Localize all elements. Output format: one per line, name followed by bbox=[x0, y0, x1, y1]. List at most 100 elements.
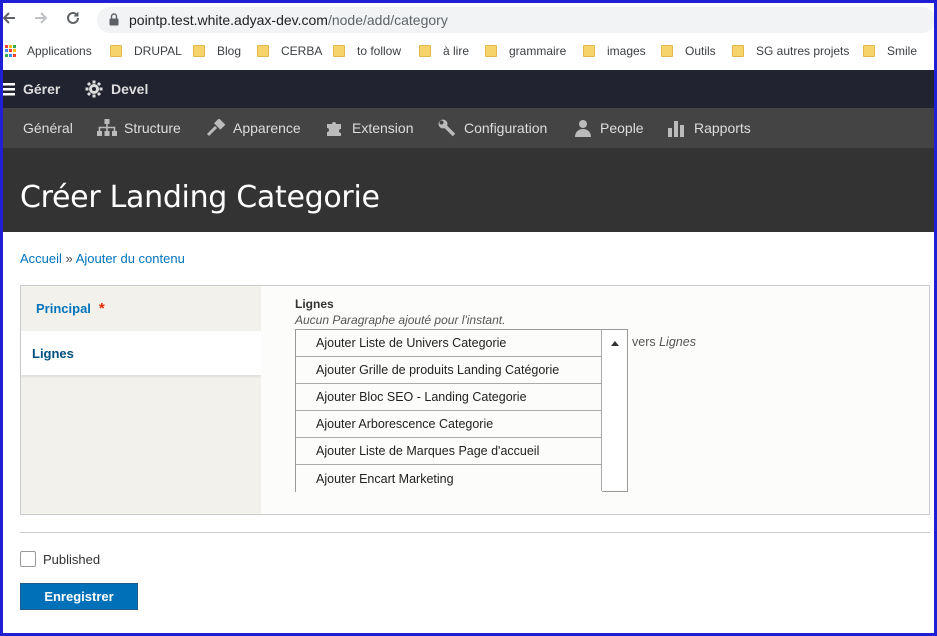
folder-icon bbox=[485, 45, 497, 57]
wrench-icon bbox=[438, 119, 456, 137]
address-bar[interactable]: pointp.test.white.adyax-dev.com/node/add… bbox=[97, 7, 935, 33]
tray-item-extension[interactable]: Extension bbox=[325, 108, 413, 148]
bookmark-label: grammaire bbox=[509, 44, 567, 58]
bookmark-folder[interactable]: grammaire bbox=[485, 43, 566, 59]
bookmark-folder[interactable]: Outils bbox=[661, 43, 716, 59]
tray-item-label: Extension bbox=[352, 120, 414, 136]
bookmark-folder[interactable]: DRUPAL bbox=[110, 43, 182, 59]
hamburger-icon bbox=[1, 83, 15, 96]
breadcrumb: Accueil » Ajouter du contenu bbox=[20, 251, 185, 266]
vers-text: vers Lignes bbox=[632, 335, 696, 349]
manage-toolbar-item[interactable]: Gérer bbox=[1, 70, 60, 108]
vertical-tabs-menu: Principal * Lignes bbox=[21, 286, 261, 514]
bookmark-label: Outils bbox=[685, 44, 716, 58]
tray-item-label: Apparence bbox=[233, 120, 301, 136]
breadcrumb-home-link[interactable]: Accueil bbox=[20, 251, 62, 266]
admin-toolbar: Gérer Devel bbox=[1, 70, 934, 108]
bookmark-label: DRUPAL bbox=[134, 44, 182, 58]
dropdown-toggle-button[interactable] bbox=[601, 330, 627, 491]
apps-icon bbox=[5, 45, 17, 57]
tray-item-label: Rapports bbox=[694, 120, 751, 136]
folder-icon bbox=[193, 45, 205, 57]
dropdown-item-add-arborescence[interactable]: Ajouter Arborescence Categorie bbox=[296, 411, 602, 438]
bookmark-folder[interactable]: images bbox=[583, 43, 646, 59]
save-button[interactable]: Enregistrer bbox=[20, 583, 138, 610]
bookmark-folder[interactable]: à lire bbox=[419, 43, 469, 59]
bookmark-folder[interactable]: CERBA bbox=[257, 43, 322, 59]
bookmark-applications[interactable]: Applications bbox=[5, 43, 92, 59]
vers-target: Lignes bbox=[659, 335, 696, 349]
bookmark-folder[interactable]: SG autres projets bbox=[732, 43, 849, 59]
bookmarks-bar: Applications DRUPAL Blog CERBA to follow… bbox=[3, 36, 934, 66]
dropdown-item-add-marques[interactable]: Ajouter Liste de Marques Page d'accueil bbox=[296, 438, 602, 465]
tray-item-label: People bbox=[600, 120, 644, 136]
folder-icon bbox=[583, 45, 595, 57]
bookmark-label: à lire bbox=[443, 44, 470, 58]
folder-icon bbox=[333, 45, 345, 57]
bookmark-label: Applications bbox=[27, 44, 92, 58]
tray-item-people[interactable]: People bbox=[573, 108, 644, 148]
page-title: Créer Landing Categorie bbox=[20, 180, 380, 215]
dropdown-item-add-bloc-seo[interactable]: Ajouter Bloc SEO - Landing Categorie bbox=[296, 384, 602, 411]
breadcrumb-separator: » bbox=[65, 251, 73, 266]
lignes-pane: Lignes Aucun Paragraphe ajouté pour l'in… bbox=[261, 286, 929, 514]
folder-icon bbox=[257, 45, 269, 57]
devel-label: Devel bbox=[111, 81, 149, 97]
lock-icon bbox=[109, 13, 119, 26]
tray-item-label: Général bbox=[23, 120, 73, 136]
tray-item-label: Structure bbox=[124, 120, 181, 136]
tray-item-structure[interactable]: Structure bbox=[97, 108, 181, 148]
manage-label: Gérer bbox=[23, 81, 61, 97]
admin-tray: Général Structure Apparence Extension Co… bbox=[3, 108, 934, 148]
tray-item-general[interactable]: Général bbox=[23, 108, 73, 148]
empty-message: Aucun Paragraphe ajouté pour l'instant. bbox=[295, 313, 506, 327]
bookmark-label: Smile bbox=[887, 44, 918, 58]
url-host: pointp.test.white.adyax-dev.com bbox=[129, 12, 328, 28]
bookmark-folder[interactable]: Blog bbox=[193, 43, 241, 59]
folder-icon bbox=[863, 45, 875, 57]
published-label: Published bbox=[43, 551, 101, 567]
gear-icon bbox=[85, 80, 103, 98]
url-path: /node/add/category bbox=[327, 12, 448, 28]
dropdown-item-add-encart[interactable]: Ajouter Encart Marketing bbox=[296, 465, 602, 492]
dropdown-item-add-univers[interactable]: Ajouter Liste de Univers Categorie bbox=[296, 330, 602, 357]
bookmark-label: images bbox=[607, 44, 646, 58]
folder-icon bbox=[419, 45, 431, 57]
bar-chart-icon bbox=[668, 121, 684, 137]
bookmark-label: to follow bbox=[357, 44, 402, 58]
folder-icon bbox=[110, 45, 122, 57]
arrow-right-icon[interactable] bbox=[31, 9, 51, 29]
puzzle-icon bbox=[327, 122, 341, 136]
bookmark-label: Blog bbox=[217, 44, 242, 58]
field-label: Lignes bbox=[295, 297, 334, 311]
tab-label: Principal bbox=[36, 300, 91, 316]
dropdown-item-add-grille[interactable]: Ajouter Grille de produits Landing Catég… bbox=[296, 357, 602, 384]
browser-toolbar: pointp.test.white.adyax-dev.com/node/add… bbox=[0, 3, 935, 36]
tab-lignes[interactable]: Lignes bbox=[21, 331, 261, 375]
breadcrumb-add-content-link[interactable]: Ajouter du contenu bbox=[76, 251, 185, 266]
devel-toolbar-item[interactable]: Devel bbox=[85, 70, 148, 108]
bookmark-folder[interactable]: Smile bbox=[863, 43, 917, 59]
divider bbox=[20, 532, 930, 533]
people-icon bbox=[575, 120, 591, 137]
tray-item-label: Configuration bbox=[464, 120, 548, 136]
tray-item-configuration[interactable]: Configuration bbox=[437, 108, 547, 148]
tray-item-reports[interactable]: Rapports bbox=[667, 108, 751, 148]
page-header: Créer Landing Categorie bbox=[3, 148, 934, 232]
required-marker: * bbox=[98, 299, 105, 317]
reload-icon[interactable] bbox=[63, 9, 83, 29]
published-field[interactable]: Published bbox=[20, 551, 100, 567]
bookmark-label: CERBA bbox=[281, 44, 323, 58]
bookmark-label: SG autres projets bbox=[756, 44, 850, 58]
arrow-left-icon[interactable] bbox=[0, 9, 19, 29]
url-text: pointp.test.white.adyax-dev.com/node/add… bbox=[129, 12, 448, 28]
tab-principal[interactable]: Principal * bbox=[21, 286, 261, 330]
tray-item-appearance[interactable]: Apparence bbox=[206, 108, 301, 148]
chevron-up-icon bbox=[611, 341, 619, 346]
folder-icon bbox=[661, 45, 673, 57]
folder-icon bbox=[732, 45, 744, 57]
bookmark-folder[interactable]: to follow bbox=[333, 43, 401, 59]
tab-label: Lignes bbox=[32, 345, 74, 361]
published-checkbox[interactable] bbox=[20, 551, 36, 567]
add-paragraph-dropdown: Ajouter Liste de Univers Categorie Ajout… bbox=[295, 329, 628, 492]
